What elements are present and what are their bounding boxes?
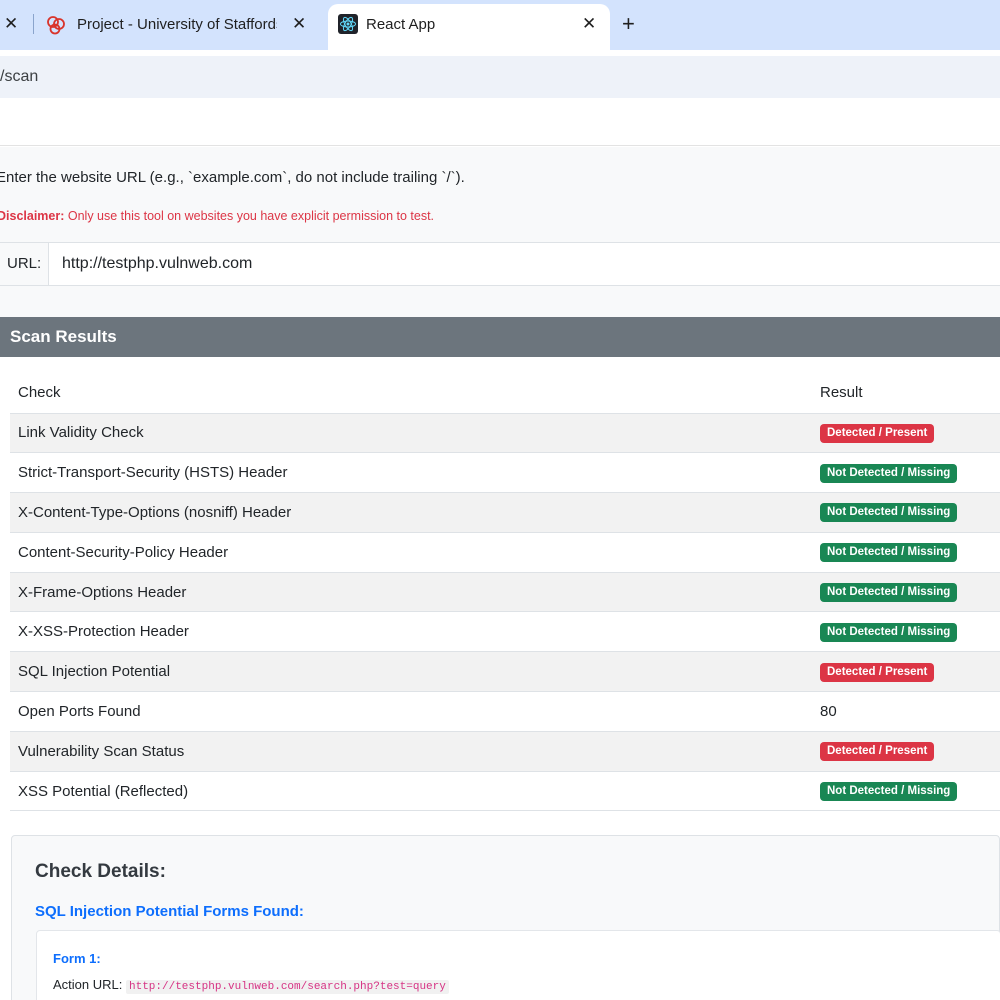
table-row: X-Content-Type-Options (nosniff) Header N… bbox=[10, 492, 1000, 533]
tab-close-icon[interactable]: ✕ bbox=[292, 14, 306, 34]
tab-title: Project - University of Staffordshire bbox=[77, 16, 277, 33]
check-result: Detected / Present bbox=[812, 731, 1000, 772]
check-name: Link Validity Check bbox=[10, 413, 812, 454]
status-badge: Not Detected / Missing bbox=[820, 463, 958, 483]
action-url-value: http://testphp.vulnweb.com/search.php?te… bbox=[126, 980, 449, 994]
check-details-title: Check Details: bbox=[35, 861, 166, 882]
scan-page: Enter the website URL (e.g., `example.co… bbox=[0, 147, 1000, 1000]
tab-separator bbox=[33, 14, 34, 34]
disclaimer: Disclaimer: Only use this tool on websit… bbox=[0, 209, 434, 223]
check-result: Detected / Present bbox=[812, 651, 1000, 693]
table-row: Strict-Transport-Security (HSTS) Header N… bbox=[10, 452, 1000, 494]
check-name: X-Content-Type-Options (nosniff) Header bbox=[10, 492, 812, 533]
status-badge: Detected / Present bbox=[820, 662, 935, 682]
status-badge: Not Detected / Missing bbox=[820, 503, 958, 523]
results-table: Check Result Link Validity Check Detected… bbox=[10, 372, 1000, 812]
check-name: Open Ports Found bbox=[10, 691, 812, 732]
check-result: Not Detected / Missing bbox=[812, 452, 1000, 494]
result-value: 80 bbox=[820, 702, 837, 720]
table-row: Vulnerability Scan Status Detected / Pres… bbox=[10, 731, 1000, 772]
check-result: Not Detected / Missing bbox=[812, 771, 1000, 812]
check-result: Not Detected / Missing bbox=[812, 611, 1000, 653]
scan-results-card: Scan Results Check Result Link Validity … bbox=[0, 317, 1000, 1000]
check-result: Detected / Present bbox=[812, 413, 1000, 454]
url-label: URL: bbox=[0, 243, 49, 285]
url-input[interactable] bbox=[50, 243, 1000, 285]
action-url-row: Action URL: http://testphp.vulnweb.com/s… bbox=[53, 977, 449, 994]
previous-tab-close-icon[interactable]: ✕ bbox=[4, 14, 20, 34]
form-title: Form 1: bbox=[53, 951, 101, 966]
check-details-panel: Check Details: SQL Injection Potential F… bbox=[11, 835, 1000, 1000]
table-row: Content-Security-Policy Header Not Detect… bbox=[10, 532, 1000, 573]
browser-tab-strip: ✕ Project - University of Staffordshire … bbox=[0, 0, 1000, 50]
status-badge: Not Detected / Missing bbox=[820, 622, 958, 642]
table-row: SQL Injection Potential Detected / Presen… bbox=[10, 651, 1000, 693]
form-card: Form 1: Action URL: http://testphp.vulnw… bbox=[36, 930, 1000, 1000]
check-result: Not Detected / Missing bbox=[812, 492, 1000, 533]
tab-react-app[interactable]: React App ✕ bbox=[328, 4, 610, 50]
scan-results-header: Scan Results bbox=[0, 317, 1000, 357]
status-badge: Not Detected / Missing bbox=[820, 782, 958, 802]
react-logo-icon bbox=[338, 14, 358, 34]
disclaimer-label: Disclaimer: bbox=[0, 209, 65, 223]
university-logo-icon bbox=[46, 15, 66, 35]
sql-forms-subtitle: SQL Injection Potential Forms Found: bbox=[35, 903, 304, 920]
tab-close-icon[interactable]: ✕ bbox=[582, 14, 596, 34]
disclaimer-text: Only use this tool on websites you have … bbox=[64, 209, 435, 223]
tab-university-project[interactable]: Project - University of Staffordshire ✕ bbox=[38, 6, 318, 44]
address-bar-text: /scan bbox=[0, 68, 39, 85]
table-row: XSS Potential (Reflected) Not Detected / … bbox=[10, 771, 1000, 812]
check-result: Not Detected / Missing bbox=[812, 532, 1000, 573]
table-row: Link Validity Check Detected / Present bbox=[10, 413, 1000, 454]
status-badge: Not Detected / Missing bbox=[820, 543, 958, 563]
status-badge: Detected / Present bbox=[820, 742, 935, 762]
url-input-group: URL: bbox=[0, 242, 1000, 286]
table-header-row: Check Result bbox=[10, 372, 1000, 414]
column-header-result: Result bbox=[812, 372, 1000, 414]
check-name: Vulnerability Scan Status bbox=[10, 731, 812, 772]
table-row: X-XSS-Protection Header Not Detected / Mi… bbox=[10, 611, 1000, 653]
column-header-check: Check bbox=[10, 372, 812, 414]
status-badge: Not Detected / Missing bbox=[820, 583, 958, 603]
status-badge: Detected / Present bbox=[820, 423, 935, 443]
check-name: SQL Injection Potential bbox=[10, 651, 812, 693]
results-table-body: Link Validity Check Detected / Present Str… bbox=[10, 413, 1000, 812]
check-name: XSS Potential (Reflected) bbox=[10, 771, 812, 812]
check-name: X-Frame-Options Header bbox=[10, 572, 812, 613]
table-row: X-Frame-Options Header Not Detected / Mis… bbox=[10, 572, 1000, 613]
check-name: Strict-Transport-Security (HSTS) Header bbox=[10, 452, 812, 494]
tab-title: React App bbox=[366, 16, 436, 33]
check-result: Not Detected / Missing bbox=[812, 572, 1000, 613]
address-bar[interactable]: /scan bbox=[0, 56, 1000, 98]
action-url-label: Action URL: bbox=[53, 977, 123, 992]
url-instructions: Enter the website URL (e.g., `example.co… bbox=[0, 169, 465, 186]
check-result: 80 bbox=[812, 691, 1000, 732]
check-name: Content-Security-Policy Header bbox=[10, 532, 812, 573]
app-navbar bbox=[0, 98, 1000, 146]
new-tab-button[interactable]: + bbox=[622, 11, 635, 37]
check-name: X-XSS-Protection Header bbox=[10, 611, 812, 653]
table-row: Open Ports Found 80 bbox=[10, 691, 1000, 732]
